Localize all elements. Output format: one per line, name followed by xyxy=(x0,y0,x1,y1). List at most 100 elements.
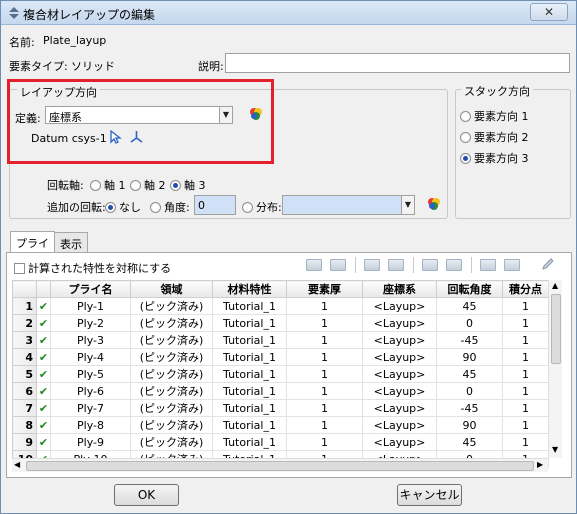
column-header-ply-name[interactable]: プライ名 xyxy=(50,280,131,298)
integration-points-cell[interactable]: 1 xyxy=(502,399,549,417)
distribution-select[interactable]: ▼ xyxy=(282,195,415,215)
scroll-up-icon[interactable]: ▲ xyxy=(552,281,558,290)
row-number[interactable]: 6 xyxy=(12,382,37,400)
column-header-region[interactable]: 領域 xyxy=(130,280,213,298)
chevron-down-icon[interactable]: ▼ xyxy=(401,196,414,214)
integration-points-cell[interactable]: 1 xyxy=(502,331,549,349)
row-number[interactable]: 8 xyxy=(12,416,37,434)
ok-button[interactable]: OK xyxy=(114,484,179,506)
material-cell[interactable]: Tutorial_1 xyxy=(212,297,287,315)
rotation-angle-cell[interactable]: -45 xyxy=(436,399,503,417)
scroll-down-icon[interactable]: ▼ xyxy=(552,445,558,454)
angle-input[interactable]: 0 xyxy=(194,195,236,215)
table-row[interactable]: 7 ✔ Ply-7 (ピック済み) Tutorial_1 1 <Layup> -45 1 xyxy=(12,399,549,417)
rotation-angle-cell[interactable]: 90 xyxy=(436,416,503,434)
csys-axes-icon[interactable] xyxy=(129,130,144,147)
cancel-button[interactable]: キャンセル xyxy=(397,484,462,506)
material-cell[interactable]: Tutorial_1 xyxy=(212,382,287,400)
delete-rows-icon[interactable] xyxy=(480,259,496,271)
copy-rows-icon[interactable] xyxy=(422,259,438,271)
thickness-cell[interactable]: 1 xyxy=(286,297,363,315)
thickness-cell[interactable]: 1 xyxy=(286,314,363,332)
clear-rows-icon[interactable] xyxy=(504,259,520,271)
region-cell[interactable]: (ピック済み) xyxy=(130,399,213,417)
symmetric-checkbox[interactable]: 計算された特性を対称にする xyxy=(14,260,171,276)
column-header-integration-points[interactable]: 積分点 xyxy=(502,280,549,298)
table-row[interactable]: 4 ✔ Ply-4 (ピック済み) Tutorial_1 1 <Layup> 90 1 xyxy=(12,348,549,366)
rotation-angle-cell[interactable]: 45 xyxy=(436,297,503,315)
thickness-cell[interactable]: 1 xyxy=(286,348,363,366)
region-cell[interactable]: (ピック済み) xyxy=(130,416,213,434)
move-up-icon[interactable] xyxy=(364,259,380,271)
tab-plies[interactable]: プライ xyxy=(10,231,55,252)
row-number[interactable]: 7 xyxy=(12,399,37,417)
horizontal-scrollbar[interactable]: ◀ ▶ xyxy=(12,458,548,472)
edit-pencil-icon[interactable] xyxy=(541,257,555,274)
rotation-angle-cell[interactable]: -45 xyxy=(436,331,503,349)
rotation-axis-1[interactable]: 軸 1 xyxy=(90,177,126,193)
row-number[interactable]: 1 xyxy=(12,297,37,315)
integration-points-cell[interactable]: 1 xyxy=(502,382,549,400)
ply-name-cell[interactable]: Ply-9 xyxy=(50,433,131,451)
scroll-right-icon[interactable]: ▶ xyxy=(537,460,543,469)
tab-display[interactable]: 表示 xyxy=(54,232,88,252)
ply-name-cell[interactable]: Ply-7 xyxy=(50,399,131,417)
region-cell[interactable]: (ピック済み) xyxy=(130,365,213,383)
region-cell[interactable]: (ピック済み) xyxy=(130,348,213,366)
csys-cell[interactable]: <Layup> xyxy=(362,433,437,451)
table-row[interactable]: 2 ✔ Ply-2 (ピック済み) Tutorial_1 1 <Layup> 0 1 xyxy=(12,314,549,332)
horizontal-scroll-thumb[interactable] xyxy=(26,461,534,471)
integration-points-cell[interactable]: 1 xyxy=(502,416,549,434)
vertical-scrollbar[interactable]: ▲ ▼ xyxy=(548,280,562,458)
table-row[interactable]: 3 ✔ Ply-3 (ピック済み) Tutorial_1 1 <Layup> -45 1 xyxy=(12,331,549,349)
csys-cell[interactable]: <Layup> xyxy=(362,365,437,383)
csys-cell[interactable]: <Layup> xyxy=(362,348,437,366)
insert-before-icon[interactable] xyxy=(306,259,322,271)
material-cell[interactable]: Tutorial_1 xyxy=(212,365,287,383)
paste-rows-icon[interactable] xyxy=(446,259,462,271)
csys-cell[interactable]: <Layup> xyxy=(362,314,437,332)
rotation-axis-3[interactable]: 軸 3 xyxy=(170,177,206,193)
color-palette-icon[interactable] xyxy=(426,196,442,215)
region-cell[interactable]: (ピック済み) xyxy=(130,382,213,400)
stack-direction-option-1[interactable]: 要素方向 1 xyxy=(460,108,529,124)
row-number[interactable]: 4 xyxy=(12,348,37,366)
stack-direction-option-2[interactable]: 要素方向 2 xyxy=(460,129,529,145)
row-number[interactable]: 2 xyxy=(12,314,37,332)
csys-cell[interactable]: <Layup> xyxy=(362,297,437,315)
additional-rotation-none[interactable]: なし xyxy=(105,199,141,215)
column-header-thickness[interactable]: 要素厚 xyxy=(286,280,363,298)
thickness-cell[interactable]: 1 xyxy=(286,382,363,400)
ply-name-cell[interactable]: Ply-8 xyxy=(50,416,131,434)
material-cell[interactable]: Tutorial_1 xyxy=(212,331,287,349)
material-cell[interactable]: Tutorial_1 xyxy=(212,399,287,417)
column-header-material[interactable]: 材料特性 xyxy=(212,280,287,298)
stack-direction-option-3[interactable]: 要素方向 3 xyxy=(460,150,529,166)
ply-name-cell[interactable]: Ply-2 xyxy=(50,314,131,332)
rotation-angle-cell[interactable]: 45 xyxy=(436,433,503,451)
select-cursor-icon[interactable] xyxy=(108,129,122,147)
insert-after-icon[interactable] xyxy=(330,259,346,271)
additional-rotation-distribution-option[interactable]: 分布: xyxy=(242,199,282,215)
region-cell[interactable]: (ピック済み) xyxy=(130,314,213,332)
ply-name-cell[interactable]: Ply-5 xyxy=(50,365,131,383)
additional-rotation-angle-option[interactable]: 角度: xyxy=(150,199,190,215)
rotation-angle-cell[interactable]: 90 xyxy=(436,348,503,366)
chevron-down-icon[interactable]: ▼ xyxy=(219,107,232,123)
region-cell[interactable]: (ピック済み) xyxy=(130,433,213,451)
thickness-cell[interactable]: 1 xyxy=(286,365,363,383)
thickness-cell[interactable]: 1 xyxy=(286,433,363,451)
vertical-scroll-thumb[interactable] xyxy=(551,294,561,364)
material-cell[interactable]: Tutorial_1 xyxy=(212,416,287,434)
rotation-angle-cell[interactable]: 45 xyxy=(436,365,503,383)
scroll-left-icon[interactable]: ◀ xyxy=(14,460,20,469)
material-cell[interactable]: Tutorial_1 xyxy=(212,348,287,366)
integration-points-cell[interactable]: 1 xyxy=(502,297,549,315)
rotation-axis-2[interactable]: 軸 2 xyxy=(130,177,166,193)
thickness-cell[interactable]: 1 xyxy=(286,399,363,417)
move-down-icon[interactable] xyxy=(388,259,404,271)
thickness-cell[interactable]: 1 xyxy=(286,331,363,349)
table-row[interactable]: 6 ✔ Ply-6 (ピック済み) Tutorial_1 1 <Layup> 0 1 xyxy=(12,382,549,400)
material-cell[interactable]: Tutorial_1 xyxy=(212,433,287,451)
csys-cell[interactable]: <Layup> xyxy=(362,382,437,400)
